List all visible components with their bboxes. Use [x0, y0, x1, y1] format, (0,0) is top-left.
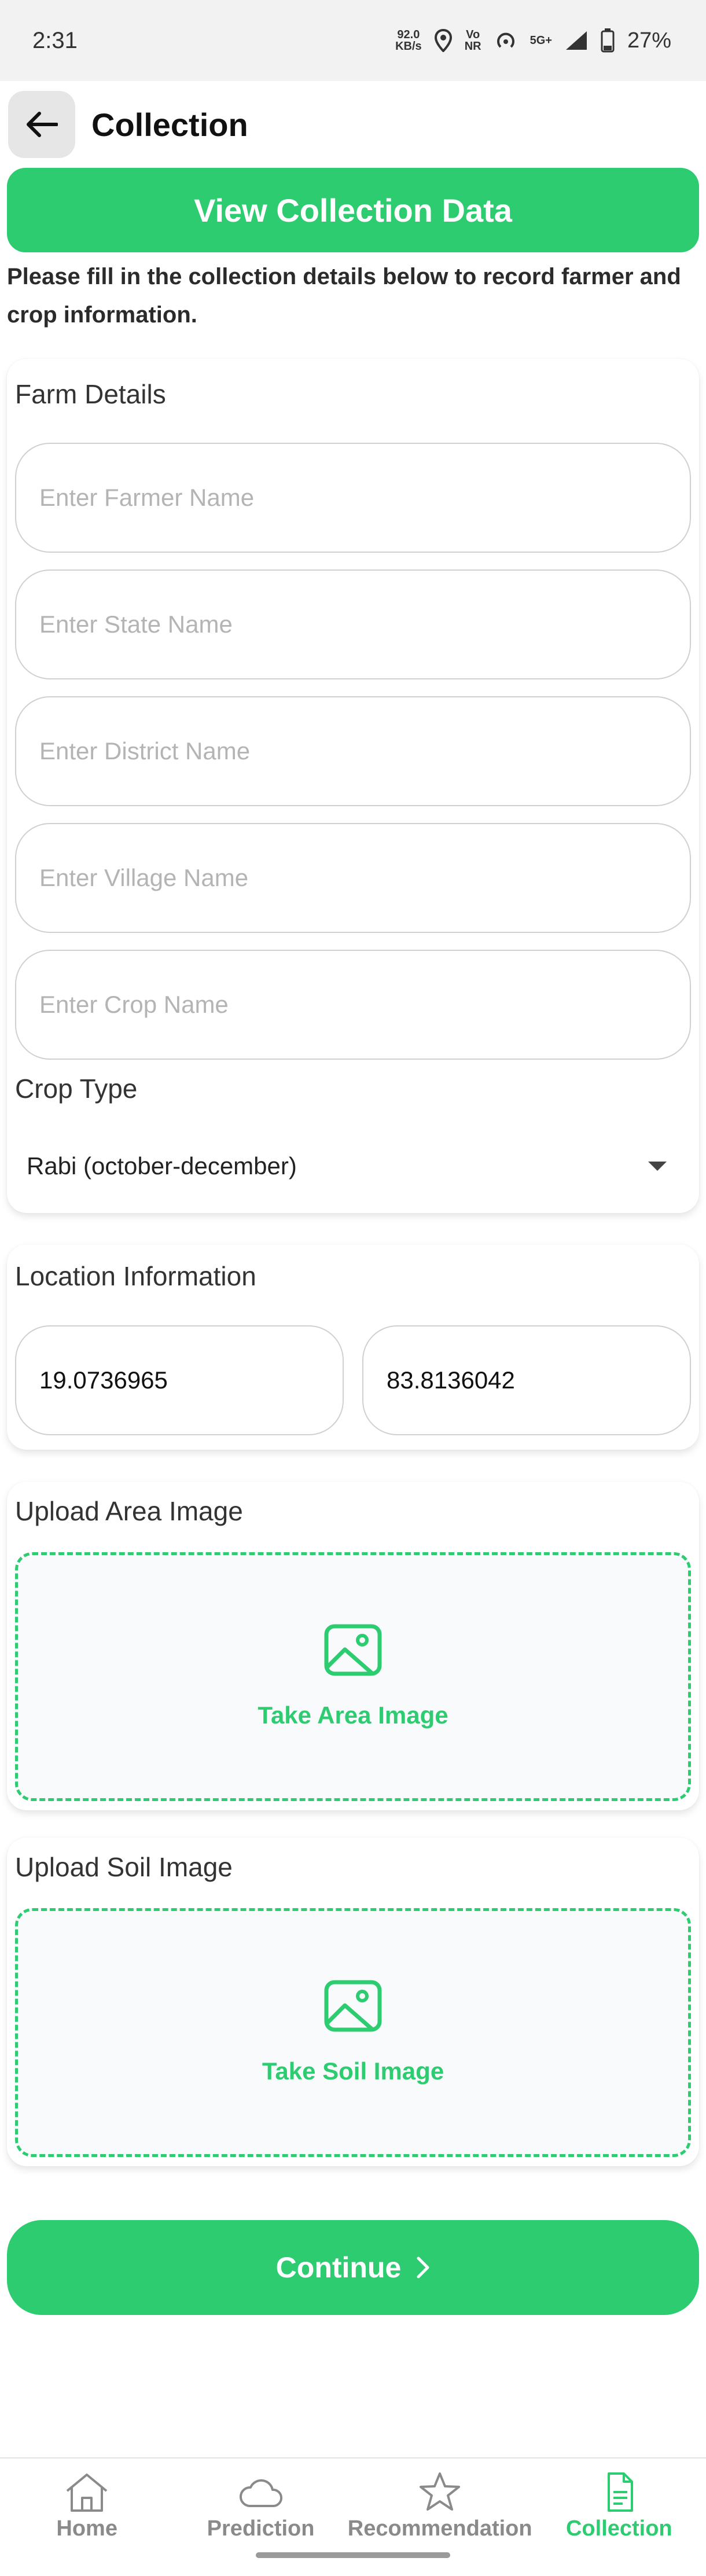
state-name-input[interactable]	[39, 611, 690, 638]
village-name-input[interactable]	[39, 864, 690, 892]
hotspot-icon	[497, 32, 514, 48]
nav-label-recommendation: Recommendation	[347, 2516, 532, 2541]
home-icon	[66, 2474, 108, 2512]
document-icon	[607, 2472, 633, 2512]
network-speed-unit: KB/s	[395, 40, 422, 53]
take-area-image-label: Take Area Image	[258, 1702, 448, 1729]
page-title: Collection	[91, 106, 248, 143]
state-name-field	[15, 569, 691, 679]
farmer-name-input[interactable]	[39, 484, 690, 512]
chevron-right-icon	[417, 2257, 429, 2279]
crop-type-value: Rabi (october-december)	[27, 1152, 297, 1179]
arrow-left-icon	[27, 112, 58, 137]
soil-image-card: Upload Soil Image Take Soil Image	[7, 1838, 699, 2166]
location-title: Location Information	[15, 1261, 256, 1291]
soil-image-title: Upload Soil Image	[15, 1852, 233, 1882]
bottom-nav: Home Prediction Recommendation Collectio…	[0, 2457, 706, 2576]
continue-button[interactable]: Continue	[7, 2220, 699, 2315]
farm-details-card: Farm Details Crop Type Rabi (october-dec…	[7, 359, 699, 1213]
nav-item-prediction[interactable]: Prediction	[174, 2459, 347, 2576]
latitude-field	[15, 1325, 344, 1435]
take-soil-image-button[interactable]: Take Soil Image	[15, 1908, 691, 2157]
nav-label-collection: Collection	[565, 2516, 672, 2541]
view-collection-data-label: View Collection Data	[194, 192, 512, 229]
network-speed: 92.0 KB/s	[395, 29, 422, 52]
area-image-title: Upload Area Image	[15, 1496, 243, 1526]
view-collection-data-button[interactable]: View Collection Data	[7, 168, 699, 252]
status-bar: 2:31 92.0 KB/s Vo NR 5G+ 27%	[0, 0, 706, 81]
home-indicator	[256, 2552, 450, 2558]
signal-icon	[565, 31, 587, 50]
farm-details-title: Farm Details	[15, 379, 166, 409]
nav-label-prediction: Prediction	[207, 2516, 315, 2541]
location-icon	[434, 29, 452, 52]
nav-label-home: Home	[56, 2516, 117, 2541]
latitude-input[interactable]	[39, 1366, 343, 1394]
image-icon	[324, 1980, 382, 2032]
continue-label: Continue	[275, 2251, 402, 2284]
signal-type: 5G+	[530, 34, 552, 47]
nav-item-home[interactable]: Home	[0, 2459, 174, 2576]
nav-item-recommendation[interactable]: Recommendation	[348, 2459, 532, 2576]
battery-level: 27%	[627, 28, 671, 53]
image-icon	[324, 1624, 382, 1676]
take-soil-image-label: Take Soil Image	[262, 2057, 444, 2085]
cloud-icon	[239, 2479, 282, 2507]
back-button[interactable]	[8, 91, 75, 158]
district-name-field	[15, 696, 691, 806]
crop-name-input[interactable]	[39, 991, 690, 1019]
district-name-input[interactable]	[39, 737, 690, 765]
chevron-down-icon	[648, 1162, 667, 1171]
status-icons: 92.0 KB/s Vo NR 5G+ 27%	[395, 28, 671, 53]
volte-indicator: Vo NR	[465, 29, 481, 52]
battery-icon	[601, 28, 615, 53]
location-card: Location Information	[7, 1244, 699, 1450]
star-icon	[420, 2472, 461, 2511]
app-header: Collection	[0, 81, 706, 168]
farmer-name-field	[15, 443, 691, 553]
take-area-image-button[interactable]: Take Area Image	[15, 1552, 691, 1801]
longitude-field	[362, 1325, 691, 1435]
nav-item-collection[interactable]: Collection	[532, 2459, 706, 2576]
longitude-input[interactable]	[387, 1366, 690, 1394]
volte-label: Vo	[466, 28, 480, 41]
intro-text: Please fill in the collection details be…	[7, 264, 681, 328]
village-name-field	[15, 823, 691, 933]
volte-sub-label: NR	[464, 40, 481, 53]
crop-type-select[interactable]: Rabi (october-december)	[7, 1129, 699, 1204]
crop-name-field	[15, 950, 691, 1060]
crop-type-label: Crop Type	[15, 1074, 138, 1104]
status-time: 2:31	[32, 27, 78, 53]
network-speed-value: 92.0	[397, 28, 420, 41]
area-image-card: Upload Area Image Take Area Image	[7, 1482, 699, 1810]
